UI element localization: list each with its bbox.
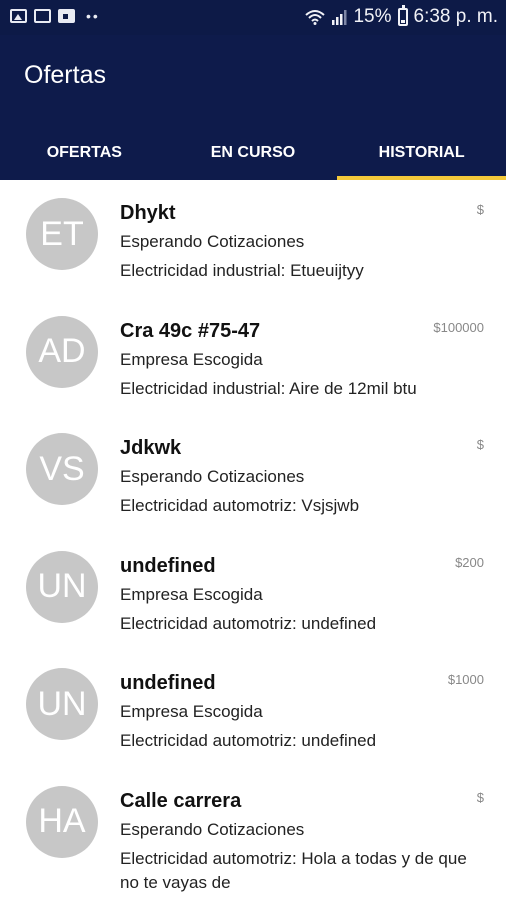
item-description: Electricidad automotriz: Vsjsjwb: [120, 496, 360, 515]
list-item[interactable]: UN undefined Empresa Escogida Electricid…: [0, 533, 506, 651]
item-price: $1000: [447, 672, 484, 687]
battery-percent: 15%: [353, 6, 392, 27]
avatar: AD: [26, 315, 98, 388]
item-status: Empresa Escogida: [120, 349, 263, 369]
list-item[interactable]: ET Dhykt Esperando Cotizaciones Electric…: [0, 180, 506, 298]
image-icon: [10, 9, 27, 23]
item-price: $200: [455, 554, 484, 570]
item-price: $: [476, 202, 484, 217]
item-title: Cra 49c #75-47: [120, 319, 261, 342]
item-status: Empresa Escogida: [120, 702, 263, 721]
list-item[interactable]: HA Calle carrera Esperando Cotizaciones …: [0, 768, 506, 892]
item-title: Jdkwk: [120, 437, 182, 459]
system-icons: 15% 6:38 p. m.: [305, 5, 499, 28]
item-description: Electricidad industrial: Aire de 12mil b…: [120, 378, 417, 398]
flipboard-icon: [58, 9, 75, 23]
clock: 6:38 p. m.: [413, 6, 499, 27]
list-item[interactable]: VS Jdkwk Esperando Cotizaciones Electric…: [0, 415, 506, 533]
tab-historial[interactable]: HISTORIAL: [337, 125, 506, 180]
item-title: Calle carrera: [120, 789, 242, 812]
avatar: UN: [26, 668, 98, 740]
app-bar: Ofertas OFERTAS EN CURSO HISTORIAL: [0, 35, 506, 180]
wifi-icon: [305, 10, 326, 25]
item-description: Electricidad automotriz: Hola a todas y …: [120, 848, 467, 892]
item-price: $: [476, 437, 484, 452]
item-title: Dhykt: [120, 202, 176, 224]
tab-ofertas[interactable]: OFERTAS: [0, 125, 169, 180]
avatar: UN: [26, 550, 98, 623]
tab-label: OFERTAS: [46, 143, 122, 161]
item-status: Esperando Cotizaciones: [120, 819, 305, 839]
signal-icon: [332, 10, 347, 25]
item-title: undefined: [120, 672, 216, 694]
item-status: Esperando Cotizaciones: [120, 467, 305, 486]
list-item[interactable]: AD Cra 49c #75-47 Empresa Escogida Elect…: [0, 298, 506, 416]
list-item[interactable]: UN undefined Empresa Escogida Electricid…: [0, 650, 506, 768]
status-bar: •• 15% 6:38 p. m.: [0, 0, 506, 35]
item-status: Empresa Escogida: [120, 584, 263, 604]
tab-bar: OFERTAS EN CURSO HISTORIAL: [0, 125, 506, 180]
activity-icon: [34, 9, 51, 23]
item-description: Electricidad automotriz: undefined: [120, 613, 377, 633]
page-title: Ofertas: [24, 61, 106, 89]
item-title: undefined: [120, 554, 216, 577]
history-list: ET Dhykt Esperando Cotizaciones Electric…: [0, 180, 506, 892]
battery-icon: [397, 5, 408, 26]
tab-en-curso[interactable]: EN CURSO: [169, 125, 338, 180]
item-price: $100000: [433, 319, 484, 335]
avatar: VS: [26, 433, 98, 505]
item-status: Esperando Cotizaciones: [120, 232, 305, 251]
tab-label: EN CURSO: [210, 143, 296, 161]
avatar: HA: [26, 785, 98, 858]
avatar: ET: [26, 198, 98, 270]
notification-icons: ••: [10, 9, 100, 23]
more-notifications-icon: ••: [86, 8, 100, 24]
item-description: Electricidad automotriz: undefined: [120, 731, 377, 750]
item-description: Electricidad industrial: Etueuijtyy: [120, 261, 364, 280]
tab-label: HISTORIAL: [378, 143, 465, 161]
item-price: $: [476, 789, 484, 805]
